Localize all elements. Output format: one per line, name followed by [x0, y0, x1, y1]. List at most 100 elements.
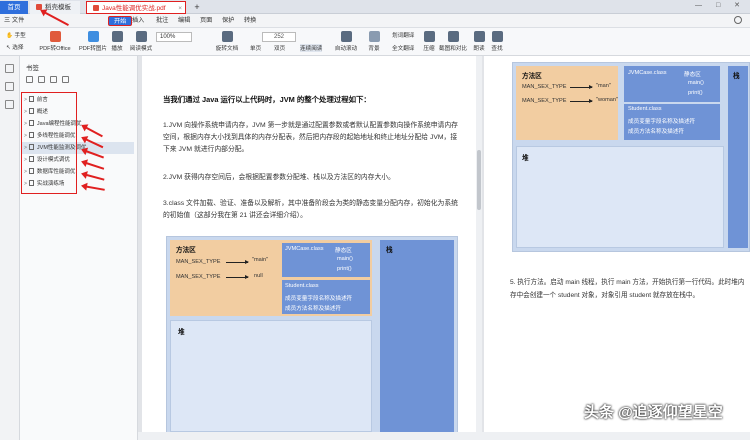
stack-area: [728, 66, 748, 248]
image-icon: [87, 31, 99, 42]
static-area: 静态区: [684, 72, 701, 78]
menu-edit[interactable]: 编辑: [178, 16, 190, 26]
class-desc: 成员方法名称及描述符: [285, 306, 341, 312]
section-heading: 当我们通过 Java 运行以上代码时，JVM 的整个处理过程如下：: [163, 95, 371, 104]
continuous-read-button[interactable]: 连续阅读: [300, 44, 323, 52]
sidebar-title: 书签: [26, 65, 39, 72]
read-mode-button[interactable]: 阅读模式: [128, 31, 154, 52]
scrollbar-thumb[interactable]: [477, 150, 481, 210]
var-label: MAN_SEX_TYPE: [176, 274, 221, 280]
book-icon: [135, 31, 147, 42]
zoom-select[interactable]: 100%: [156, 32, 192, 42]
screenshot-compare-button[interactable]: 截图和对比: [438, 31, 468, 52]
compress-button[interactable]: 压缩: [422, 31, 436, 52]
class-desc: 成员方法名称及描述符: [628, 129, 684, 135]
heap-label: 堆: [522, 155, 529, 162]
stack-label: 栈: [733, 73, 740, 80]
sidebar-tools: [26, 76, 74, 84]
page-number-input[interactable]: 252: [262, 32, 296, 42]
menu-bar: 三 文件 开始 插入 批注 编辑 页面 保护 转换: [0, 14, 750, 28]
stack-area: [380, 240, 454, 432]
paragraph-3: 3.class 文件加载、验证、准备以及解析，其中准备阶段会为类的静态变量分配内…: [163, 200, 458, 219]
class-name: Student.class: [628, 106, 662, 112]
method-name: print(): [688, 90, 703, 96]
bookmark-panel-icon[interactable]: [5, 64, 14, 73]
tab-templates[interactable]: 稻壳模板: [30, 1, 80, 14]
horizontal-scrollbar[interactable]: [138, 432, 750, 440]
highlight-box: [21, 92, 77, 194]
method-area-label: 方法区: [176, 247, 196, 254]
pointer-arrow: [226, 275, 249, 279]
class-name: JVMCase.class: [628, 70, 667, 76]
scroll-icon: [340, 31, 352, 42]
pointer-arrow: [226, 260, 249, 264]
compress-icon: [423, 31, 435, 42]
translate-line-button[interactable]: 划词翻译: [392, 31, 414, 39]
auto-scroll-button[interactable]: 自动滚动: [332, 31, 360, 52]
heap-area: [170, 320, 372, 432]
window-controls[interactable]: — □ ✕: [695, 1, 746, 9]
left-rail: [0, 56, 20, 440]
single-page-button[interactable]: 单页: [250, 44, 261, 52]
play-icon: [111, 31, 123, 42]
add-bookmark-icon[interactable]: [26, 76, 33, 83]
read-aloud-button[interactable]: 朗读: [472, 31, 486, 52]
annotation-panel-icon[interactable]: [5, 100, 14, 109]
method-name: print(): [337, 266, 352, 272]
var-label: MAN_SEX_TYPE: [522, 98, 567, 104]
delete-bookmark-icon[interactable]: [38, 76, 45, 83]
expand-icon[interactable]: [50, 76, 57, 83]
double-page-button[interactable]: 双页: [274, 44, 285, 52]
var-value: "main": [252, 257, 269, 263]
menu-protect[interactable]: 保护: [222, 16, 234, 26]
step5-paragraph: 5. 执行方法。启动 main 线程，执行 main 方法，开始执行第一行代码。…: [510, 279, 745, 299]
class-name: Student.class: [285, 283, 319, 289]
paragraph-1: 1.JVM 向操作系统申请内存，JVM 第一步就是通过配置参数或者默认配置参数向…: [163, 122, 458, 153]
search-icon[interactable]: [734, 16, 742, 24]
background-icon: [368, 31, 380, 42]
method-name: main(): [688, 80, 704, 86]
tab-document[interactable]: Java性能调优实战.pdf ×: [86, 1, 186, 14]
vertical-scrollbar[interactable]: [476, 56, 482, 440]
find-button[interactable]: 查找: [490, 31, 504, 52]
rotate-button[interactable]: 旋转文档: [214, 31, 240, 52]
menu-file[interactable]: 三 文件: [4, 16, 24, 26]
var-value: "woman": [596, 97, 619, 103]
pdf-office-icon: [49, 31, 61, 42]
var-label: MAN_SEX_TYPE: [176, 259, 221, 265]
speaker-icon: [473, 31, 485, 42]
stack-label: 栈: [386, 247, 393, 254]
play-button[interactable]: 播放: [110, 31, 124, 52]
heap-area: [516, 146, 724, 248]
background-button[interactable]: 背景: [366, 31, 382, 52]
var-label: MAN_SEX_TYPE: [522, 84, 567, 90]
class-name: JVMCase.class: [285, 246, 324, 252]
heap-label: 堆: [178, 329, 185, 336]
class-desc: 成员变量字段名称及描述符: [285, 296, 353, 302]
paragraph-2: 2.JVM 获得内存空间后，会根据配置参数分配堆、栈以及方法区的内存大小。: [163, 174, 395, 181]
menu-annotate[interactable]: 批注: [156, 16, 168, 26]
ribbon-toolbar: ✋ 手型 ↖ 选择 PDF转Office PDF转图片 播放 阅读模式 100%…: [0, 28, 750, 56]
pdf-to-image-button[interactable]: PDF转图片: [78, 31, 108, 52]
rotate-icon: [221, 31, 233, 42]
static-area: 静态区: [335, 248, 352, 254]
scissors-icon: [447, 31, 459, 42]
menu-page[interactable]: 页面: [200, 16, 212, 26]
hand-tool-button[interactable]: ✋ 手型: [6, 31, 26, 39]
select-tool-button[interactable]: ↖ 选择: [6, 43, 23, 51]
watermark: 头条 @追逐仰望星空: [584, 404, 723, 421]
menu-start[interactable]: 开始: [108, 16, 133, 26]
tab-home[interactable]: 首页: [0, 1, 28, 14]
pdf-icon: [93, 5, 99, 11]
menu-insert[interactable]: 插入: [132, 16, 144, 26]
new-tab-button[interactable]: +: [190, 1, 204, 14]
full-translate-button[interactable]: 全文翻译: [392, 44, 414, 52]
var-value: "man": [596, 83, 611, 89]
menu-convert[interactable]: 转换: [244, 16, 256, 26]
pointer-arrow: [570, 99, 593, 103]
tab-bar: 首页 稻壳模板 Java性能调优实战.pdf × + — □ ✕: [0, 0, 750, 14]
bookmark-icon[interactable]: [62, 76, 69, 83]
thumbnail-panel-icon[interactable]: [5, 82, 14, 91]
pdf-to-office-button[interactable]: PDF转Office: [38, 31, 72, 52]
method-area-label: 方法区: [522, 73, 542, 80]
